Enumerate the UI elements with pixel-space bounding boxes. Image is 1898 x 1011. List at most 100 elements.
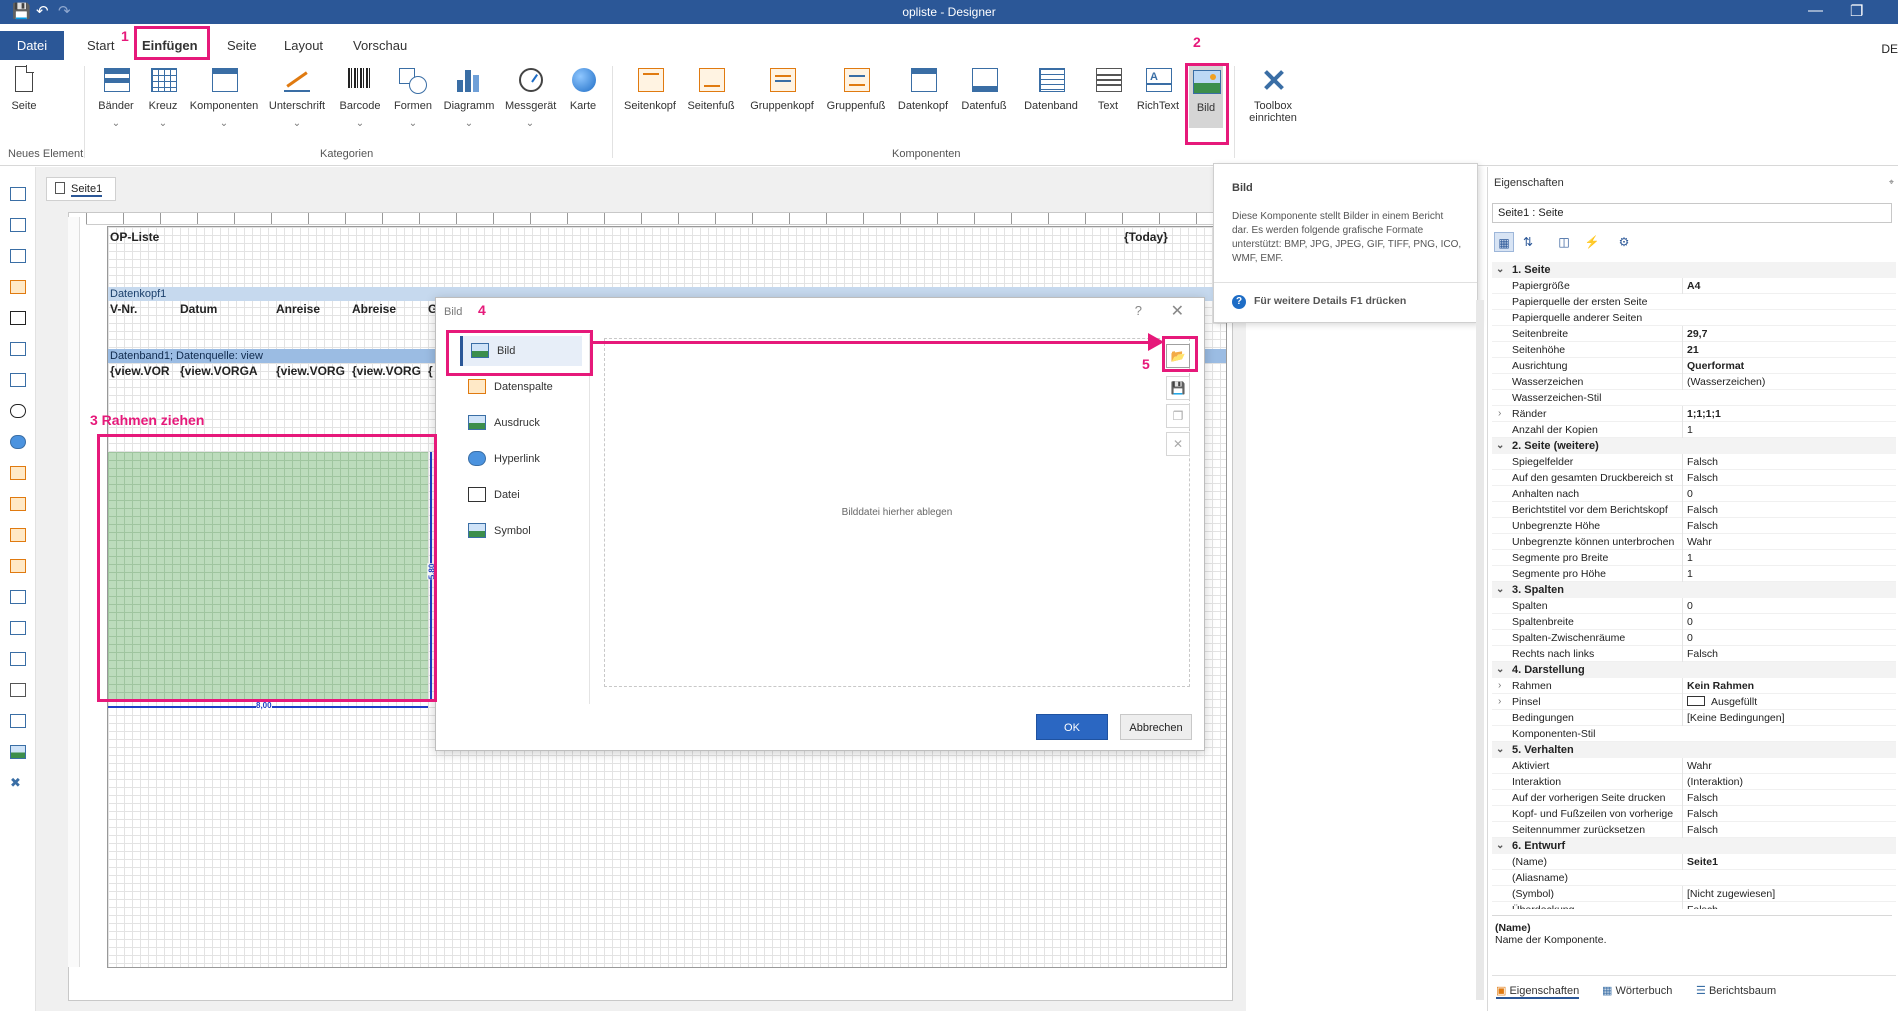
category-diagramm-button[interactable]: Diagramm ⌄ (443, 64, 495, 129)
tab-properties[interactable]: ▣ Eigenschaften (1496, 984, 1580, 999)
property-value[interactable]: Wahr (1682, 758, 1892, 774)
new-page-button[interactable]: Seite (8, 64, 40, 112)
toolbox-setup-button[interactable]: Toolbox einrichten (1245, 64, 1301, 124)
source-item-datei[interactable]: Datei (460, 480, 582, 510)
property-row[interactable]: › Ränder 1;1;1;1 (1492, 406, 1896, 422)
property-value[interactable]: 1 (1682, 422, 1892, 438)
property-row[interactable]: Aktiviert Wahr (1492, 758, 1896, 774)
component-seitenfuss-button[interactable]: Seitenfuß (687, 64, 735, 112)
property-row[interactable]: › Rahmen Kein Rahmen (1492, 678, 1896, 694)
property-row[interactable]: Papiergröße A4 (1492, 278, 1896, 294)
richtext-icon[interactable] (10, 714, 26, 728)
property-row[interactable]: Berichtstitel vor dem Berichtskopf Falsch (1492, 502, 1896, 518)
property-row[interactable]: Kopf- und Fußzeilen von vorherige Falsch (1492, 806, 1896, 822)
close-icon[interactable]: ✕ (1171, 301, 1184, 321)
column-header[interactable]: Anreise (276, 302, 320, 316)
text-icon[interactable] (10, 683, 26, 697)
delete-icon[interactable]: ✕ (1166, 432, 1190, 456)
property-row[interactable]: Papierquelle anderer Seiten (1492, 310, 1896, 326)
data-field[interactable]: {view.VORG (276, 364, 348, 378)
property-value[interactable]: (Interaktion) (1682, 774, 1892, 790)
shapes-icon[interactable] (10, 342, 26, 356)
property-value[interactable]: Falsch (1682, 518, 1892, 534)
components-icon[interactable] (10, 249, 26, 263)
property-value[interactable]: 0 (1682, 598, 1892, 614)
property-value[interactable]: Falsch (1682, 470, 1892, 486)
data-field[interactable]: {view.VORG (352, 364, 424, 378)
property-value[interactable]: Falsch (1682, 902, 1892, 909)
property-value[interactable]: Seite1 (1682, 854, 1892, 870)
property-value[interactable]: Falsch (1682, 790, 1892, 806)
property-value[interactable]: 0 (1682, 614, 1892, 630)
tab-report-tree[interactable]: ☰ Berichtsbaum (1696, 984, 1776, 997)
property-row[interactable]: Papierquelle der ersten Seite (1492, 294, 1896, 310)
data-band-icon[interactable] (10, 652, 26, 666)
property-value[interactable]: Ausgefüllt (1682, 694, 1892, 710)
property-value[interactable]: Querformat (1682, 358, 1892, 374)
property-row[interactable]: Spiegelfelder Falsch (1492, 454, 1896, 470)
tools-icon[interactable]: ✖ (10, 776, 26, 790)
property-category[interactable]: ⌄ 3. Spalten (1492, 582, 1896, 598)
property-value[interactable]: Wahr (1682, 534, 1892, 550)
property-category[interactable]: ⌄ 6. Entwurf (1492, 838, 1896, 854)
signature-icon[interactable] (10, 280, 26, 294)
cancel-button[interactable]: Abbrechen (1120, 714, 1192, 740)
property-value[interactable]: [Keine Bedingungen] (1682, 710, 1892, 726)
component-seitenkopf-button[interactable]: Seitenkopf (622, 64, 678, 112)
pin-icon[interactable]: ⌖ (1889, 177, 1894, 188)
component-datenfuss-button[interactable]: Datenfuß (960, 64, 1008, 112)
settings-icon[interactable]: ⚙ (1614, 232, 1634, 252)
property-value[interactable]: (Wasserzeichen) (1682, 374, 1892, 390)
category-baender-button[interactable]: Bänder ⌄ (96, 64, 136, 129)
component-text-button[interactable]: Text (1092, 64, 1124, 112)
property-row[interactable]: Seitennummer zurücksetzen Falsch (1492, 822, 1896, 838)
column-header[interactable]: Datum (180, 302, 217, 316)
report-title[interactable]: OP-Liste (110, 230, 159, 244)
property-row[interactable]: Auf den gesamten Druckbereich st Falsch (1492, 470, 1896, 486)
canvas-scrollbar[interactable] (1476, 300, 1484, 1000)
property-row[interactable]: Anzahl der Kopien 1 (1492, 422, 1896, 438)
property-value[interactable]: A4 (1682, 278, 1892, 294)
category-messgeraet-button[interactable]: Messgerät ⌄ (505, 64, 556, 129)
component-datenband-button[interactable]: Datenband (1023, 64, 1079, 112)
property-value[interactable]: 1 (1682, 550, 1892, 566)
minimize-icon[interactable]: — (1808, 2, 1823, 19)
property-value[interactable]: Falsch (1682, 822, 1892, 838)
property-value[interactable]: Falsch (1682, 502, 1892, 518)
restore-icon[interactable]: ❐ (1850, 2, 1863, 20)
property-row[interactable]: Auf der vorherigen Seite drucken Falsch (1492, 790, 1896, 806)
image-icon[interactable] (10, 745, 26, 759)
source-item-ausdruck[interactable]: Ausdruck (460, 408, 582, 438)
tab-dictionary[interactable]: ▦ Wörterbuch (1602, 984, 1672, 997)
property-row[interactable]: Überdeckung Falsch (1492, 902, 1896, 909)
property-row[interactable]: Segmente pro Höhe 1 (1492, 566, 1896, 582)
property-row[interactable]: Seitenhöhe 21 (1492, 342, 1896, 358)
property-value[interactable]: Falsch (1682, 454, 1892, 470)
sort-alpha-icon[interactable]: ⇅ (1518, 232, 1538, 252)
property-value[interactable]: 1 (1682, 566, 1892, 582)
data-field[interactable]: {view.VOR (110, 364, 172, 378)
component-datenkopf-button[interactable]: Datenkopf (897, 64, 949, 112)
gauge-icon[interactable] (10, 404, 26, 418)
property-row[interactable]: Segmente pro Breite 1 (1492, 550, 1896, 566)
property-row[interactable]: Spalten-Zwischenräume 0 (1492, 630, 1896, 646)
chart-icon[interactable] (10, 373, 26, 387)
component-gruppenkopf-button[interactable]: Gruppenkopf (746, 64, 818, 112)
property-value[interactable]: 1;1;1;1 (1682, 406, 1892, 422)
property-row[interactable]: Komponenten-Stil (1492, 726, 1896, 742)
column-header[interactable]: V-Nr. (110, 302, 137, 316)
property-row[interactable]: (Symbol) [Nicht zugewiesen] (1492, 886, 1896, 902)
component-gruppenfuss-button[interactable]: Gruppenfuß (826, 64, 886, 112)
tab-file[interactable]: Datei (0, 31, 64, 60)
bands-icon[interactable] (10, 187, 26, 201)
property-row[interactable]: Unbegrenzte Höhe Falsch (1492, 518, 1896, 534)
property-category[interactable]: ⌄ 4. Darstellung (1492, 662, 1896, 678)
document-tab[interactable]: Seite1 (46, 177, 116, 201)
column-header[interactable]: Abreise (352, 302, 396, 316)
group-header-icon[interactable] (10, 528, 26, 542)
property-category[interactable]: ⌄ 2. Seite (weitere) (1492, 438, 1896, 454)
group-footer-icon[interactable] (10, 559, 26, 573)
property-row[interactable]: Interaktion (Interaktion) (1492, 774, 1896, 790)
tab-start[interactable]: Start (87, 38, 114, 53)
property-row[interactable]: (Name) Seite1 (1492, 854, 1896, 870)
